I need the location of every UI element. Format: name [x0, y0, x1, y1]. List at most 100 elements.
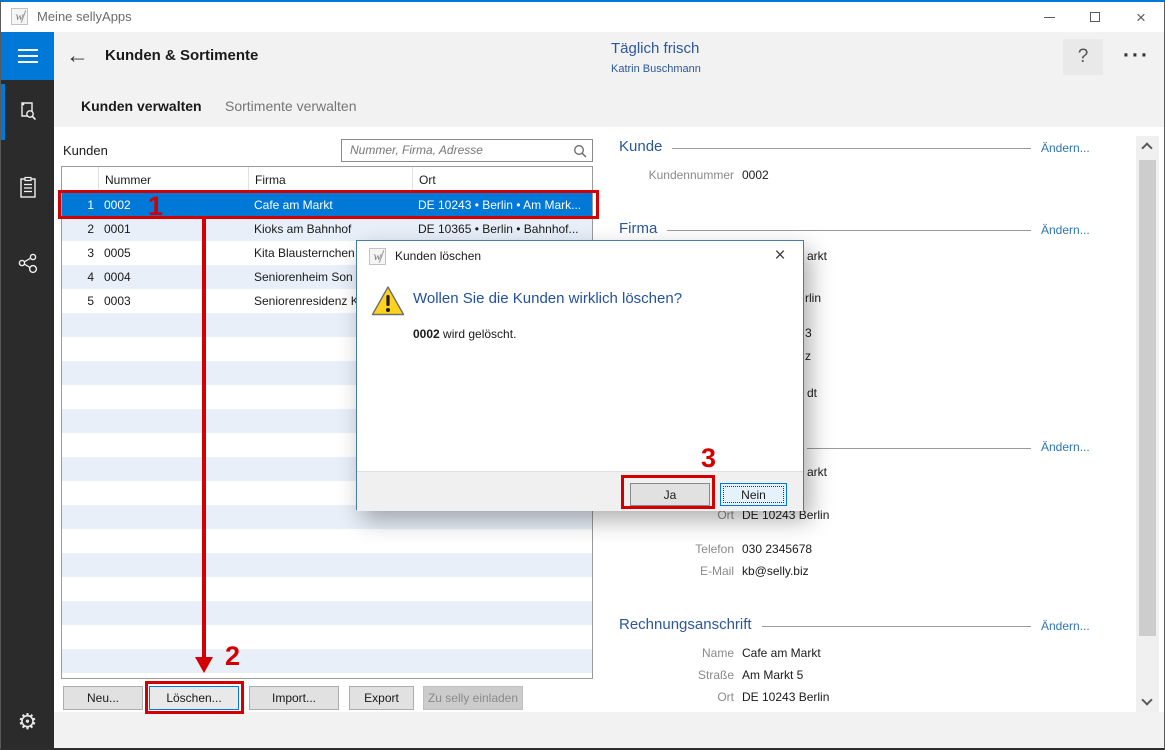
import-button[interactable]: Import... [249, 686, 339, 710]
col-firma[interactable]: Firma [248, 167, 412, 192]
more-menu-button[interactable]: ··· [1123, 44, 1150, 68]
back-arrow-icon[interactable]: ← [66, 42, 89, 69]
field-label: Straße [601, 668, 734, 682]
table-cell [98, 313, 248, 337]
table-cell: 3 [62, 241, 98, 265]
field-rechnung-ort: Ort DE 10243 Berlin [601, 690, 829, 704]
table-cell: 0002 [98, 193, 248, 217]
neu-button[interactable]: Neu... [63, 686, 143, 710]
dialog-title: Kunden löschen [395, 249, 481, 263]
divider [807, 448, 1031, 449]
table-cell [62, 505, 98, 529]
scrollbar-thumb[interactable] [1139, 160, 1156, 636]
close-icon: × [774, 245, 785, 266]
firma-aendern-link[interactable]: Ändern... [1041, 223, 1090, 237]
loeschen-button[interactable]: Löschen... [149, 686, 239, 710]
section-kunde-heading: Kunde [619, 138, 662, 155]
field-kundennummer: Kundennummer 0002 [601, 168, 769, 182]
field-value: 0002 [742, 168, 769, 182]
table-cell [98, 553, 248, 577]
customers-panel-label: Kunden [63, 143, 108, 158]
col-ort[interactable]: Ort [412, 167, 592, 192]
sidebar-item-share[interactable] [1, 235, 54, 291]
table-cell [62, 553, 98, 577]
sidebar-item-customers[interactable] [1, 84, 54, 140]
table-cell [62, 481, 98, 505]
table-cell [62, 673, 98, 679]
app-logo-w-icon: w [369, 248, 386, 265]
table-row-empty[interactable] [62, 553, 592, 577]
dialog-detail-number: 0002 [413, 327, 440, 341]
warning-triangle-icon [371, 285, 405, 317]
search-input[interactable] [348, 142, 563, 158]
account-user: Katrin Buschmann [611, 63, 701, 75]
field-label: Ort [601, 690, 734, 704]
sidebar-item-orders[interactable] [1, 160, 54, 216]
nein-button[interactable]: Nein [720, 483, 787, 506]
divider [762, 626, 1031, 627]
kunde-aendern-link[interactable]: Ändern... [1041, 141, 1090, 155]
table-cell [98, 433, 248, 457]
table-row[interactable]: 20001Kioks am BahnhofDE 10365 • Berlin •… [62, 217, 592, 241]
table-cell: 2 [62, 217, 98, 241]
section-firma: Firma [619, 220, 1031, 237]
ja-button[interactable]: Ja [630, 483, 710, 506]
maximize-icon [1090, 12, 1100, 22]
maximize-button[interactable] [1072, 2, 1118, 32]
close-button[interactable]: × [1118, 2, 1164, 32]
table-cell [62, 529, 98, 553]
section-kunde: Kunde [619, 138, 1031, 155]
dialog-close-button[interactable]: × [765, 244, 795, 268]
customer-search-box [341, 139, 593, 162]
table-cell [412, 649, 592, 673]
table-cell: 4 [62, 265, 98, 289]
table-row-empty[interactable] [62, 625, 592, 649]
app-window: w Meine sellyApps × [0, 0, 1165, 750]
table-row-empty[interactable] [62, 577, 592, 601]
minimize-button[interactable] [1026, 2, 1072, 32]
col-nummer[interactable]: Nummer [98, 167, 248, 192]
clipboard-icon [15, 175, 41, 201]
field-label: Name [601, 646, 734, 660]
table-cell: 0005 [98, 241, 248, 265]
divider [672, 148, 1031, 149]
ansprechpartner-aendern-link[interactable]: Ändern... [1041, 440, 1090, 454]
close-icon: × [1136, 9, 1146, 26]
customer-table-header: Nummer Firma Ort [62, 167, 592, 193]
hamburger-menu-icon [18, 49, 38, 51]
occluded-text-fragment: z [805, 349, 811, 363]
vertical-scrollbar[interactable] [1136, 136, 1159, 712]
sidebar-item-settings[interactable]: ⚙ [1, 694, 54, 750]
col-rownum[interactable] [62, 167, 98, 192]
table-cell [248, 601, 412, 625]
scroll-down-icon[interactable] [1141, 694, 1152, 705]
tab-kunden-verwalten[interactable]: Kunden verwalten [81, 98, 202, 114]
zu-selly-einladen-button: Zu selly einladen [423, 686, 523, 710]
table-cell [248, 649, 412, 673]
table-row-empty[interactable] [62, 529, 592, 553]
table-row-empty[interactable] [62, 601, 592, 625]
occluded-text-fragment: rlin [805, 291, 821, 305]
dialog-detail-text: wird gelöscht. [440, 327, 517, 341]
table-row[interactable]: 10002Cafe am MarktDE 10243 • Berlin • Am… [62, 193, 592, 217]
table-cell [98, 529, 248, 553]
help-button[interactable]: ? [1063, 39, 1103, 75]
table-cell [98, 337, 248, 361]
table-cell [98, 577, 248, 601]
table-cell [248, 577, 412, 601]
table-cell [98, 505, 248, 529]
table-cell [412, 577, 592, 601]
dialog-titlebar: w Kunden löschen × [357, 241, 803, 271]
hamburger-menu-button[interactable] [1, 32, 54, 80]
table-cell: DE 10243 • Berlin • Am Mark... [412, 193, 592, 217]
tab-sortimente-verwalten[interactable]: Sortimente verwalten [225, 98, 357, 114]
table-cell: 1 [62, 193, 98, 217]
table-row-empty[interactable] [62, 673, 592, 679]
scroll-up-icon[interactable] [1141, 142, 1152, 153]
table-cell [248, 673, 412, 679]
share-network-icon [15, 250, 41, 276]
settings-gear-icon: ⚙ [18, 709, 38, 735]
export-button[interactable]: Export [349, 686, 414, 710]
table-row-empty[interactable] [62, 649, 592, 673]
rechnungsanschrift-aendern-link[interactable]: Ändern... [1041, 619, 1090, 633]
